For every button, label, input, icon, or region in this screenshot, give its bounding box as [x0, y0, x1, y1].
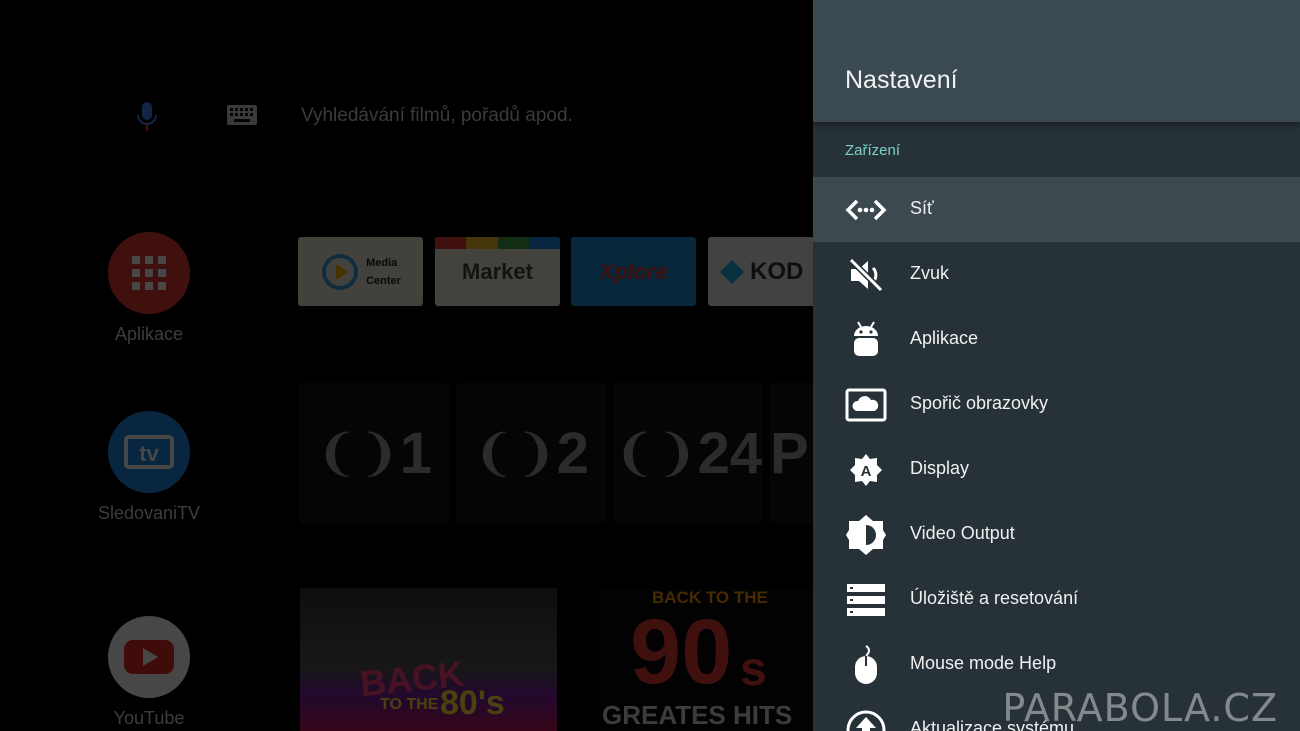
settings-item-apps[interactable]: Aplikace	[813, 307, 1300, 372]
launcher-label: YouTube	[113, 708, 185, 728]
sound-muted-icon	[845, 255, 887, 295]
youtube-icon	[108, 616, 190, 698]
poster-text: 80's	[440, 684, 505, 722]
channel-tile-ct2[interactable]: ❨❩ 2	[456, 383, 606, 523]
poster-text: 90	[630, 601, 733, 703]
settings-item-label: Video Output	[910, 523, 1015, 543]
media-center-icon	[322, 253, 359, 290]
section-header-device: Zařízení	[845, 142, 901, 159]
watermark: PARABOLA.CZ	[1002, 686, 1278, 730]
mouse-icon	[845, 645, 887, 685]
settings-panel: Nastavení Zařízení Síť Zvuk Aplikace Spo…	[813, 0, 1300, 731]
brightness-icon	[845, 515, 887, 555]
app-tile-market[interactable]: Market	[435, 237, 560, 306]
app-tile-kodi[interactable]: KOD	[708, 237, 813, 306]
settings-item-label: Úložiště a resetování	[910, 588, 1079, 608]
settings-item-sound[interactable]: Zvuk	[813, 242, 1300, 307]
home-screen: Vyhledávání filmů, pořadů apod. Aplikace…	[0, 0, 813, 731]
launcher-sledovanitv[interactable]: tv SledovaniTV	[64, 411, 234, 524]
settings-item-network[interactable]: Síť	[813, 177, 1300, 242]
search-input[interactable]: Vyhledávání filmů, pořadů apod.	[301, 105, 573, 127]
settings-item-label: Spořič obrazovky	[910, 393, 1049, 413]
system-update-icon	[845, 710, 887, 731]
tile-label: Xplore	[599, 258, 668, 284]
tile-label: Center	[366, 274, 401, 287]
launcher-label: SledovaniTV	[97, 503, 201, 523]
poster-text: GREATES HITS	[602, 700, 793, 730]
app-tile-media-center[interactable]: Media Center	[298, 237, 423, 306]
tv-logo-icon: tv	[108, 411, 190, 493]
app-tile-xplore[interactable]: Xplore	[571, 237, 696, 306]
channel-number: 1	[399, 420, 433, 486]
channel-tile-ct24[interactable]: ❨❩ 24	[613, 383, 763, 523]
channel-number: 2	[556, 420, 590, 486]
tile-label: Market	[462, 258, 533, 284]
settings-item-screensaver[interactable]: Spořič obrazovky	[813, 372, 1300, 437]
kodi-icon	[720, 259, 744, 284]
settings-item-label: Aplikace	[910, 328, 979, 348]
tile-label: KOD	[750, 257, 804, 285]
poster-text: s	[740, 643, 767, 696]
microphone-icon[interactable]	[133, 100, 161, 134]
poster-back-to-80s[interactable]: BACK TO THE 80's	[300, 588, 557, 731]
channel-number: 24	[697, 420, 763, 486]
channel-tile-ct1[interactable]: ❨❩ 1	[299, 383, 449, 523]
settings-item-label: Mouse mode Help	[910, 653, 1057, 673]
network-icon	[845, 190, 887, 230]
screensaver-icon	[845, 385, 887, 425]
apps-grid-icon	[108, 232, 190, 314]
settings-item-label: Zvuk	[910, 263, 950, 283]
launcher-label: Aplikace	[114, 324, 184, 344]
tile-label: Media	[366, 256, 398, 269]
settings-item-display[interactable]: A Display	[813, 437, 1300, 502]
android-icon	[845, 320, 887, 360]
settings-title: Nastavení	[845, 66, 958, 94]
launcher-youtube[interactable]: YouTube	[64, 616, 234, 729]
display-icon: A	[845, 450, 887, 490]
keyboard-icon[interactable]	[226, 104, 258, 126]
svg-text:A: A	[861, 463, 872, 480]
launcher-apps[interactable]: Aplikace	[64, 232, 234, 345]
settings-item-label: Síť	[910, 198, 934, 218]
poster-back-to-90s[interactable]: BACK TO THE 90 s GREATES HITS	[600, 588, 813, 731]
settings-item-label: Display	[910, 458, 970, 478]
channel-tile-partial[interactable]: P	[770, 383, 813, 523]
poster-text: TO THE	[380, 696, 439, 713]
settings-item-storage-reset[interactable]: Úložiště a resetování	[813, 567, 1300, 632]
settings-item-video-output[interactable]: Video Output	[813, 502, 1300, 567]
storage-icon	[845, 580, 887, 620]
settings-header: Nastavení	[813, 0, 1300, 122]
svg-text:tv: tv	[139, 441, 159, 466]
